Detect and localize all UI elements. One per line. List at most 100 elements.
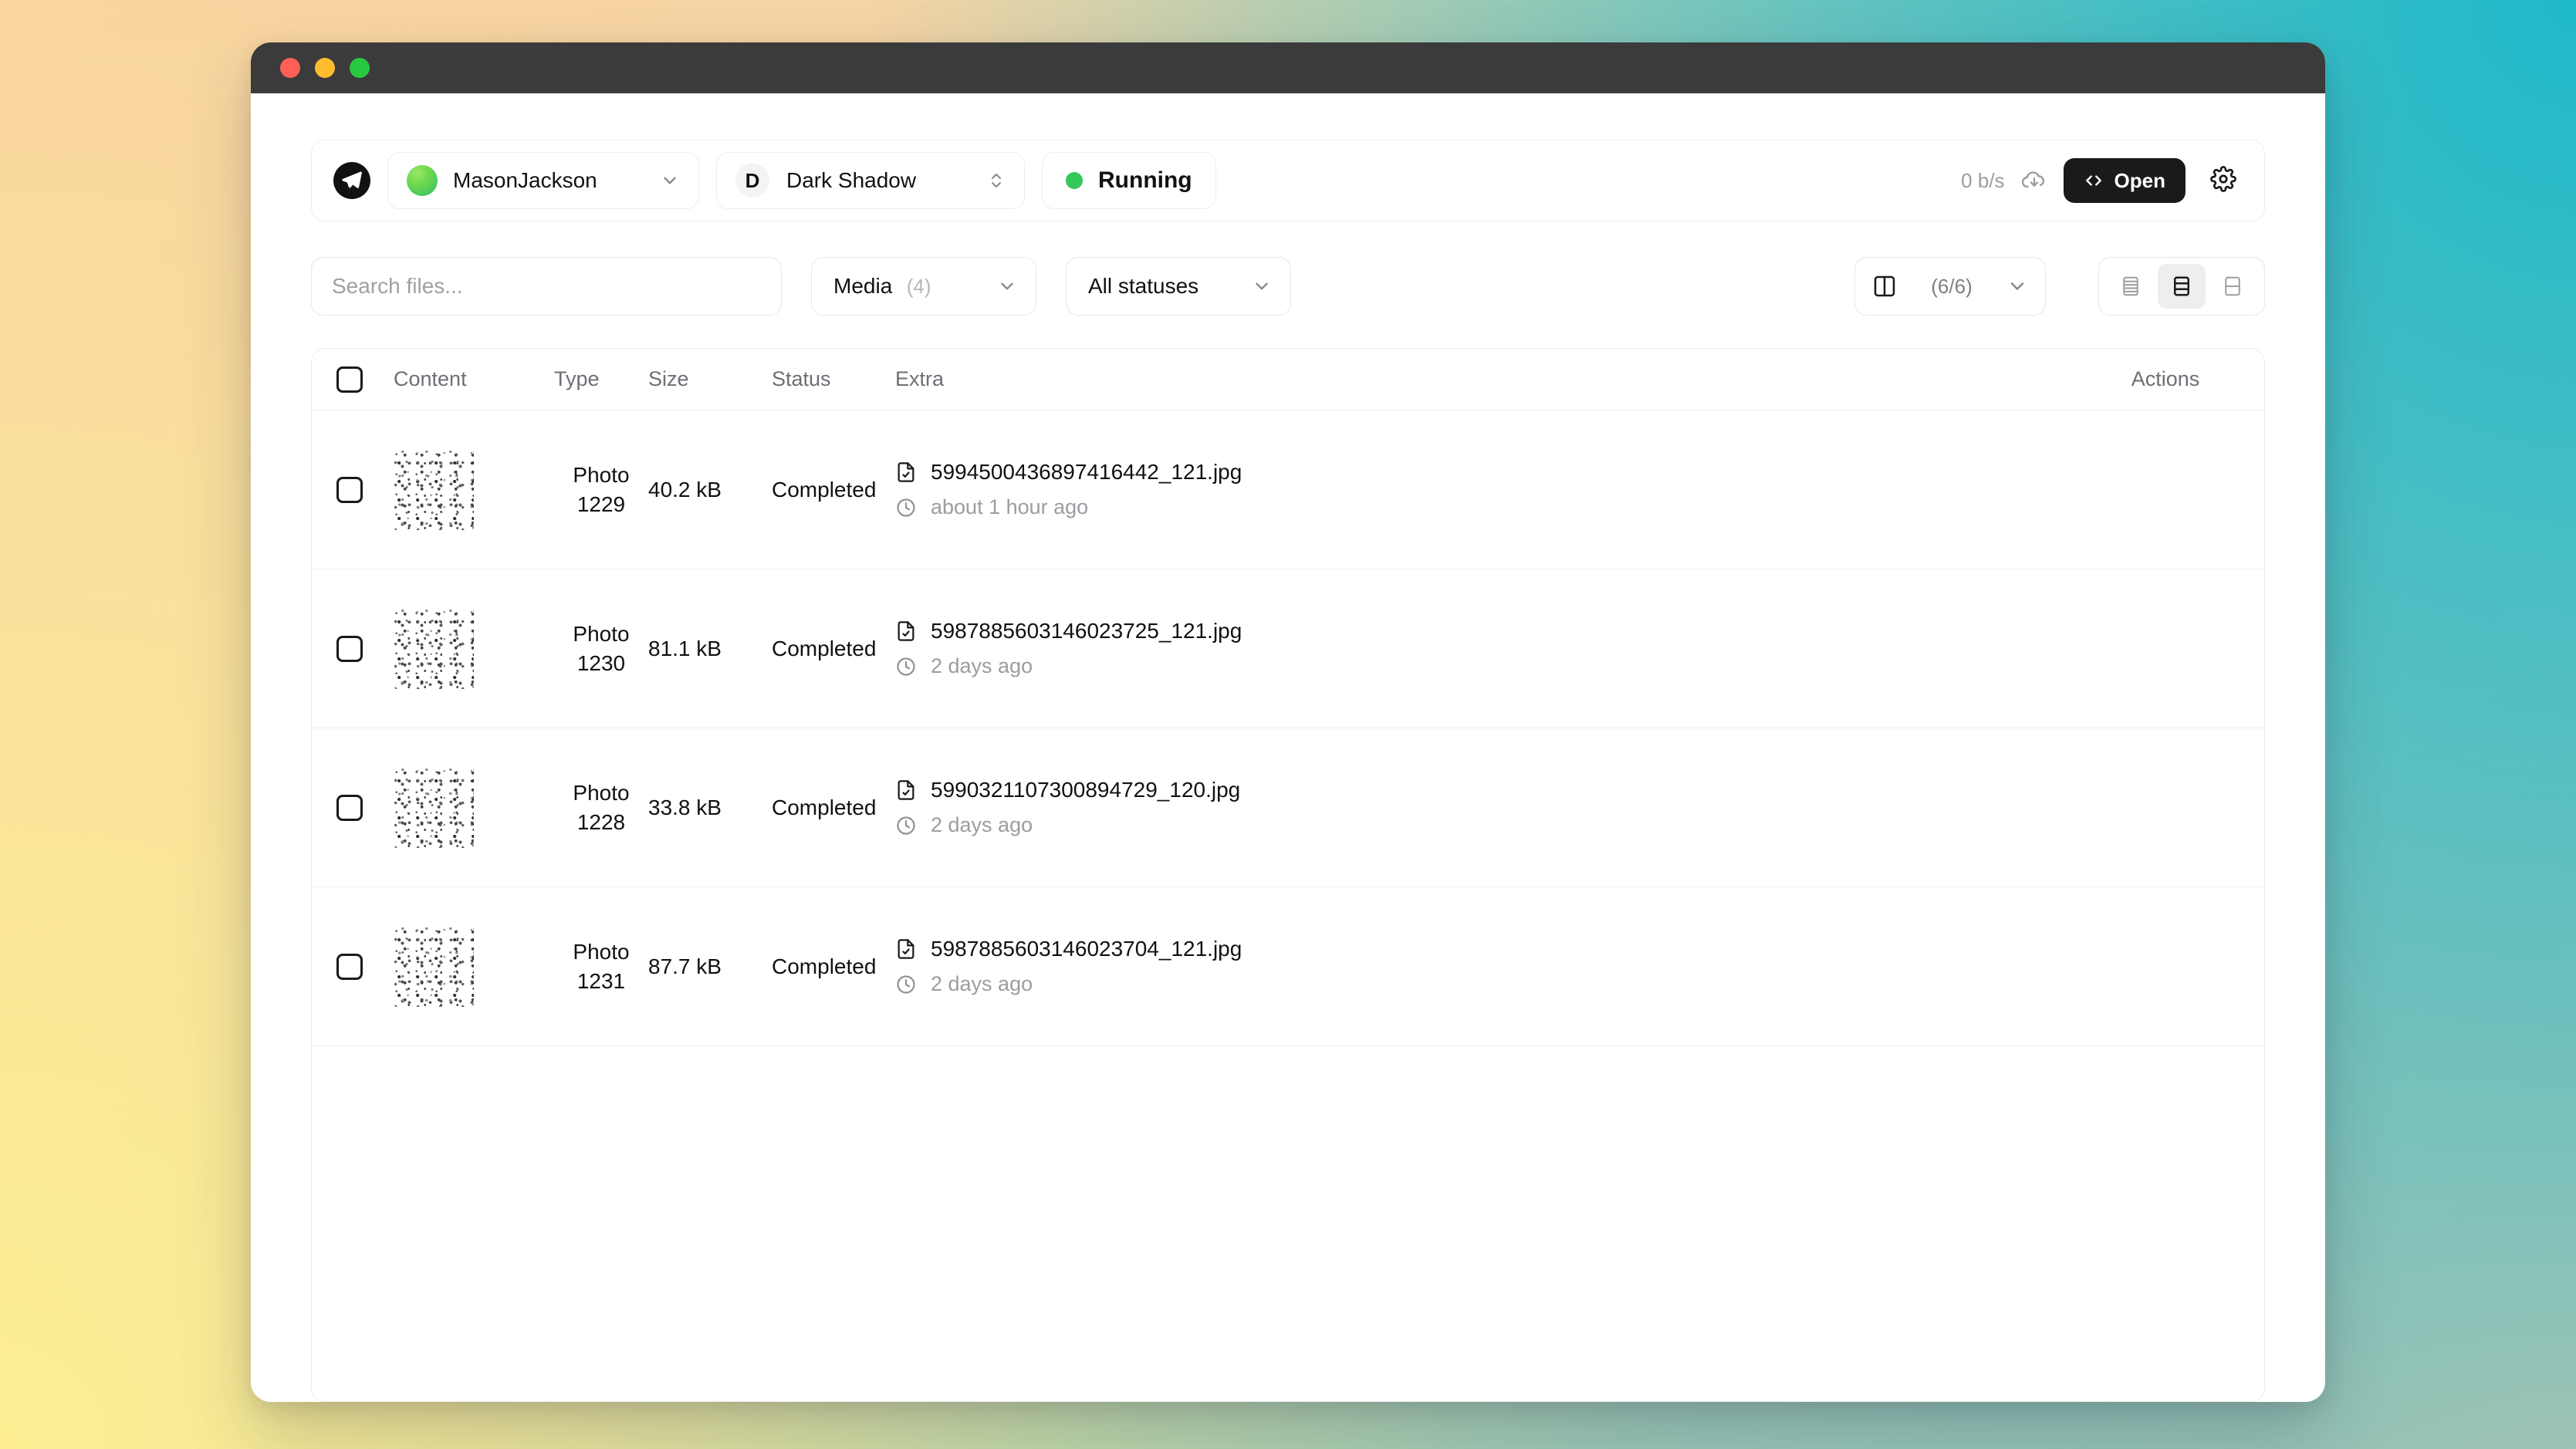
row-density-toggle-group bbox=[2098, 257, 2265, 316]
clock-icon bbox=[895, 497, 917, 518]
chevron-up-down-icon bbox=[987, 171, 1006, 190]
file-check-icon bbox=[895, 620, 917, 642]
columns-selector[interactable]: (6/6) bbox=[1854, 257, 2046, 316]
cloud-download-icon bbox=[2021, 168, 2047, 193]
row-type-cell: Photo 1229 bbox=[554, 463, 648, 517]
select-all-checkbox[interactable] bbox=[336, 366, 363, 393]
row-type: Photo bbox=[573, 621, 630, 646]
row-status: Completed bbox=[772, 795, 877, 819]
row-time-line: 2 days ago bbox=[895, 813, 2088, 837]
status-filter-label: All statuses bbox=[1088, 274, 1199, 298]
chevron-down-icon bbox=[1252, 276, 1272, 296]
row-type: Photo bbox=[573, 939, 630, 964]
table-row[interactable]: Photo 1228 33.8 kB Completed 59903211073… bbox=[312, 728, 2264, 887]
row-time-line: 2 days ago bbox=[895, 654, 2088, 678]
row-time-line: about 1 hour ago bbox=[895, 495, 2088, 519]
row-type: Photo bbox=[573, 462, 630, 487]
window-titlebar bbox=[251, 42, 2325, 93]
row-type-id: 1230 bbox=[576, 650, 626, 675]
row-select-cell bbox=[336, 635, 394, 662]
profile-initial-avatar: D bbox=[735, 164, 769, 198]
row-checkbox[interactable] bbox=[336, 953, 363, 980]
row-filename: 5990321107300894729_120.jpg bbox=[931, 778, 1241, 802]
close-window-button[interactable] bbox=[280, 58, 300, 78]
header-type[interactable]: Type bbox=[554, 367, 648, 391]
row-select-cell bbox=[336, 794, 394, 821]
photo-thumbnail[interactable] bbox=[394, 449, 474, 530]
row-filename: 5987885603146023704_121.jpg bbox=[931, 937, 1242, 961]
chevron-down-icon bbox=[997, 276, 1017, 296]
profile-selector[interactable]: D Dark Shadow bbox=[716, 152, 1025, 209]
row-filename-line: 5990321107300894729_120.jpg bbox=[895, 778, 2088, 802]
columns-count: (6/6) bbox=[1931, 274, 1973, 298]
file-check-icon bbox=[895, 938, 917, 960]
clock-icon bbox=[895, 815, 917, 836]
row-extra-cell: 5987885603146023725_121.jpg 2 days ago bbox=[895, 619, 2088, 678]
row-thumbnail-cell bbox=[394, 926, 554, 1007]
row-type-cell: Photo 1231 bbox=[554, 940, 648, 994]
account-avatar bbox=[407, 165, 438, 196]
photo-thumbnail[interactable] bbox=[394, 926, 474, 1007]
row-type: Photo bbox=[573, 780, 630, 805]
open-button[interactable]: Open bbox=[2063, 158, 2186, 203]
row-filename-line: 5994500436897416442_121.jpg bbox=[895, 460, 2088, 485]
header-status[interactable]: Status bbox=[772, 367, 895, 391]
media-filter-count: (4) bbox=[906, 275, 931, 298]
status-badge: Running bbox=[1042, 152, 1216, 209]
row-type-cell: Photo 1230 bbox=[554, 622, 648, 676]
status-indicator-dot bbox=[1066, 172, 1083, 189]
row-timeago: 2 days ago bbox=[931, 654, 1033, 677]
status-label: Running bbox=[1098, 167, 1192, 193]
filter-bar: Media (4) All statuses (6/6) bbox=[311, 257, 2265, 316]
header-size[interactable]: Size bbox=[648, 367, 772, 391]
status-filter-select[interactable]: All statuses bbox=[1066, 257, 1291, 316]
file-check-icon bbox=[895, 461, 917, 483]
density-comfortable-button[interactable] bbox=[2209, 264, 2257, 309]
search-input[interactable] bbox=[332, 274, 761, 299]
row-size: 87.7 kB bbox=[648, 954, 722, 978]
clock-icon bbox=[895, 974, 917, 995]
open-button-label: Open bbox=[2114, 168, 2165, 192]
row-status: Completed bbox=[772, 954, 877, 978]
row-type-id: 1231 bbox=[576, 968, 626, 993]
panel-split-icon bbox=[1872, 274, 1897, 299]
search-field[interactable] bbox=[311, 257, 782, 316]
maximize-window-button[interactable] bbox=[350, 58, 370, 78]
clock-icon bbox=[895, 656, 917, 677]
settings-button[interactable] bbox=[2202, 160, 2244, 201]
row-checkbox[interactable] bbox=[336, 635, 363, 662]
table-row[interactable]: Photo 1230 81.1 kB Completed 59878856031… bbox=[312, 569, 2264, 728]
transfer-speed: 0 b/s bbox=[1961, 168, 2005, 192]
chevron-down-icon bbox=[660, 171, 680, 191]
table-row[interactable]: Photo 1229 40.2 kB Completed 59945004368… bbox=[312, 410, 2264, 569]
row-checkbox[interactable] bbox=[336, 476, 363, 503]
row-status: Completed bbox=[772, 477, 877, 502]
photo-thumbnail[interactable] bbox=[394, 608, 474, 689]
app-window: MasonJackson D Dark Shadow Running 0 b/s… bbox=[251, 42, 2325, 1402]
row-extra-cell: 5990321107300894729_120.jpg 2 days ago bbox=[895, 778, 2088, 837]
account-name: MasonJackson bbox=[453, 168, 597, 192]
header-content[interactable]: Content bbox=[394, 367, 554, 391]
window-content: MasonJackson D Dark Shadow Running 0 b/s… bbox=[251, 93, 2325, 1402]
table-row[interactable]: Photo 1231 87.7 kB Completed 59878856031… bbox=[312, 887, 2264, 1046]
media-filter-select[interactable]: Media (4) bbox=[811, 257, 1036, 316]
row-filename-line: 5987885603146023725_121.jpg bbox=[895, 619, 2088, 643]
row-size: 33.8 kB bbox=[648, 795, 722, 819]
density-normal-button[interactable] bbox=[2158, 264, 2206, 309]
files-table: Content Type Size Status Extra Actions P… bbox=[311, 348, 2265, 1402]
row-checkbox[interactable] bbox=[336, 794, 363, 821]
row-thumbnail-cell bbox=[394, 608, 554, 689]
photo-thumbnail[interactable] bbox=[394, 767, 474, 848]
row-select-cell bbox=[336, 476, 394, 503]
row-select-cell bbox=[336, 953, 394, 980]
account-selector[interactable]: MasonJackson bbox=[387, 152, 699, 209]
file-check-icon bbox=[895, 779, 917, 801]
table-empty-space bbox=[312, 1046, 2264, 1401]
minimize-window-button[interactable] bbox=[315, 58, 335, 78]
row-size: 40.2 kB bbox=[648, 477, 722, 502]
row-type-id: 1229 bbox=[576, 491, 626, 516]
header-extra[interactable]: Extra bbox=[895, 367, 2088, 391]
row-filename-line: 5987885603146023704_121.jpg bbox=[895, 937, 2088, 961]
row-time-line: 2 days ago bbox=[895, 972, 2088, 996]
density-compact-button[interactable] bbox=[2107, 264, 2155, 309]
